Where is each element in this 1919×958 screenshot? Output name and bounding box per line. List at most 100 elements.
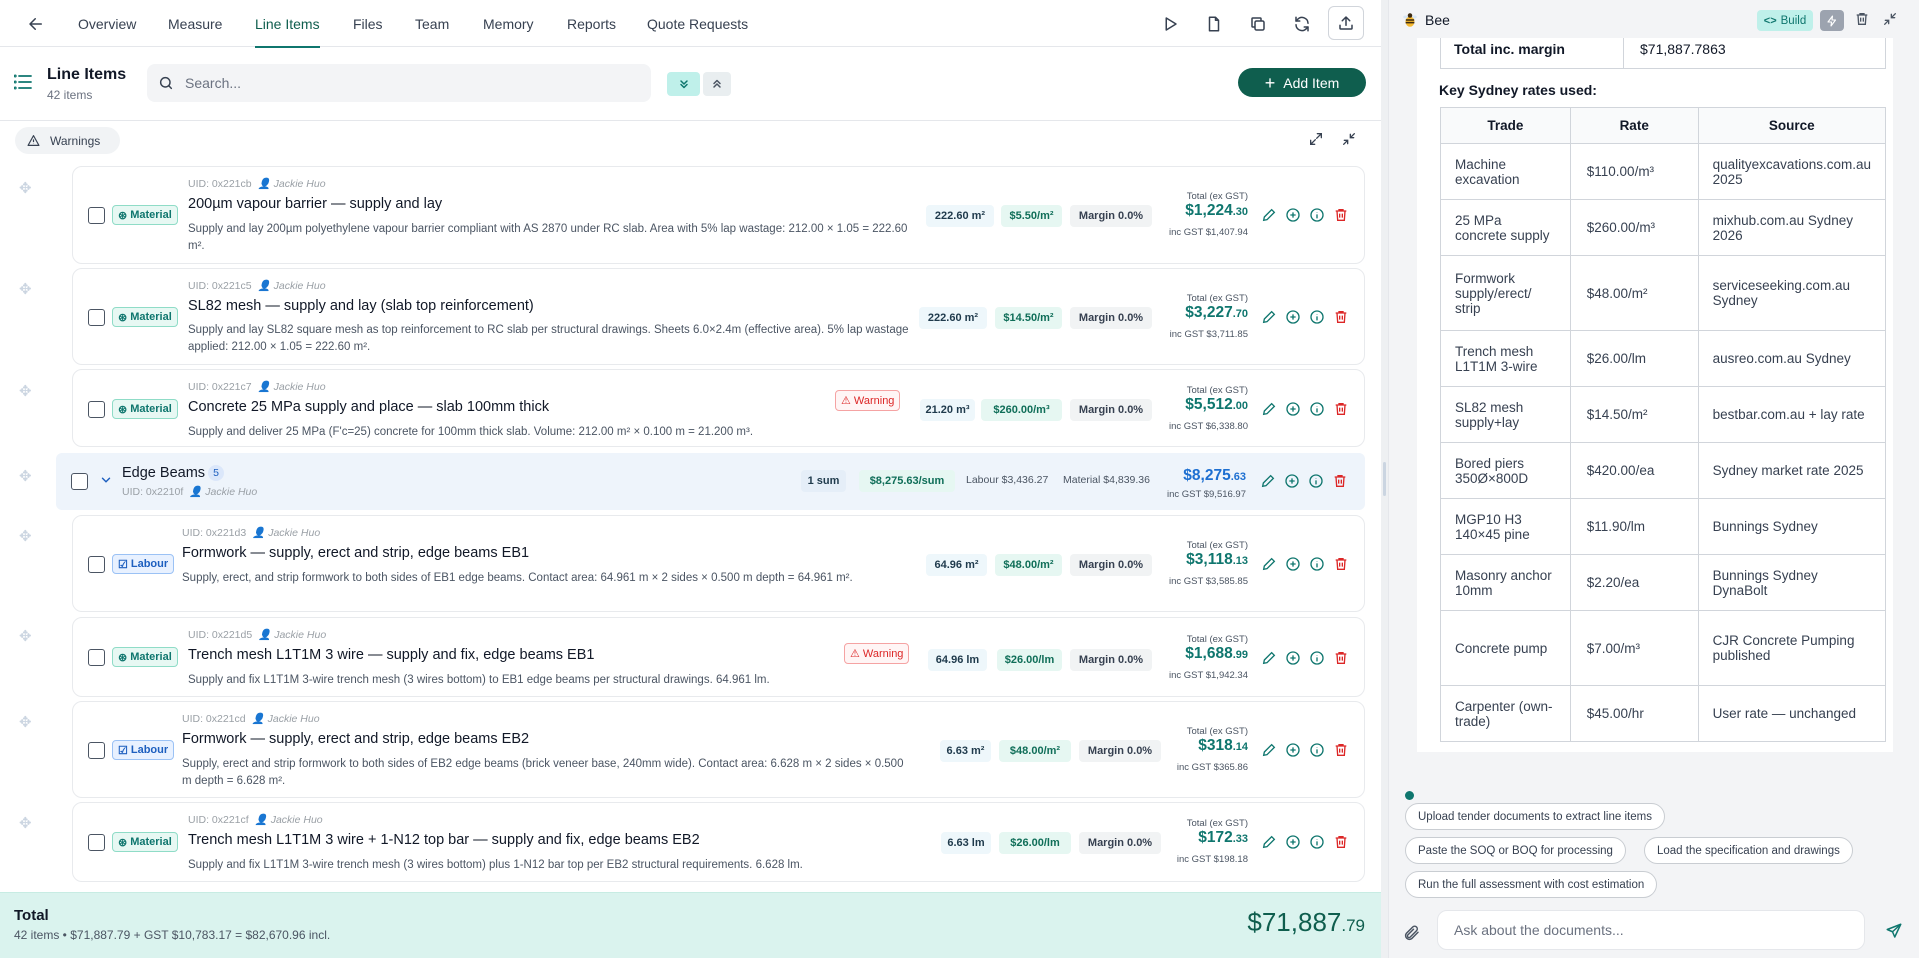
group-checkbox[interactable] [71,473,88,490]
duplicate-button[interactable] [1246,12,1270,36]
delete-button[interactable] [1333,207,1349,223]
tab-measure[interactable]: Measure [168,0,222,47]
info-button[interactable] [1309,556,1325,572]
tab-team[interactable]: Team [415,0,449,47]
drag-handle[interactable]: ✥ [19,469,33,484]
item-checkbox[interactable] [88,309,105,326]
fullscreen-button[interactable] [1308,131,1324,152]
edit-button[interactable] [1261,309,1277,325]
edit-button[interactable] [1261,401,1277,417]
pane-resizer[interactable] [1381,0,1388,958]
group-row-edge-beams[interactable]: Edge Beams 5 UID: 0x2210f 👤 Jackie Huo 1 … [56,453,1365,510]
item-checkbox[interactable] [88,401,105,418]
suggestion-chip[interactable]: Run the full assessment with cost estima… [1405,871,1658,898]
suggestion-chip[interactable]: Load the specification and drawings [1644,837,1853,864]
attach-button[interactable] [1403,924,1421,947]
chat-input[interactable] [1454,922,1854,938]
line-item-card[interactable]: ☑ Labour UID: 0x221d3 👤 Jackie Huo Formwor… [72,515,1365,612]
line-item-card[interactable]: ⊛ Material UID: 0x221cf 👤 Jackie Huo Trenc… [72,802,1365,882]
info-button[interactable] [1309,309,1325,325]
total-label: Total (ex GST) [1186,818,1248,829]
search-input[interactable] [185,75,625,91]
drag-handle[interactable]: ✥ [19,181,33,196]
delete-button[interactable] [1333,650,1349,666]
add-item-button[interactable]: + Add Item [1238,68,1366,97]
add-subitem-button[interactable] [1285,556,1301,572]
edit-button[interactable] [1261,742,1277,758]
suggestion-chip[interactable]: Upload tender documents to extract line … [1405,803,1665,830]
trash-icon [1334,475,1346,487]
item-checkbox[interactable] [88,207,105,224]
drag-handle[interactable]: ✥ [19,629,33,644]
clear-chat-button[interactable] [1854,11,1870,32]
quick-mode-button[interactable] [1820,10,1844,31]
export-button[interactable] [1328,6,1364,40]
add-subitem-button[interactable] [1285,207,1301,223]
item-checkbox[interactable] [88,834,105,851]
info-button[interactable] [1309,207,1325,223]
info-button[interactable] [1308,473,1324,489]
run-button[interactable] [1158,12,1182,36]
collapse-panel-button[interactable] [1882,11,1898,32]
edit-button[interactable] [1261,207,1277,223]
delete-button[interactable] [1333,309,1349,325]
drag-handle[interactable]: ✥ [19,715,33,730]
line-item-card[interactable]: ⊛ Material UID: 0x221d5 👤 Jackie Huo Trenc… [72,617,1365,697]
info-button[interactable] [1309,650,1325,666]
add-subitem-button[interactable] [1285,650,1301,666]
back-button[interactable] [24,12,48,36]
warning-badge[interactable]: ⚠ Warning [844,643,910,664]
warning-badge[interactable]: ⚠ Warning [835,390,901,411]
drag-handle[interactable]: ✥ [19,529,33,544]
warnings-filter[interactable]: Warnings [15,127,120,154]
group-collapse-toggle[interactable] [99,473,113,492]
tab-overview[interactable]: Overview [78,0,136,47]
rate-pill: $48.00/m² [995,554,1062,576]
tab-files[interactable]: Files [353,0,383,47]
info-icon [1310,743,1324,757]
line-item-card[interactable]: ⊛ Material UID: 0x221cb 👤 Jackie Huo 200µm… [72,166,1365,264]
refresh-button[interactable] [1290,12,1314,36]
item-checkbox[interactable] [88,649,105,666]
line-item-card[interactable]: ☑ Labour UID: 0x221cd 👤 Jackie Huo Formwor… [72,701,1365,798]
expand-all-button[interactable] [667,72,700,96]
add-subitem-button[interactable] [1285,834,1301,850]
delete-button[interactable] [1333,556,1349,572]
total-inc-margin-value: $71,887.7863 [1640,41,1726,57]
drag-handle[interactable]: ✥ [19,384,33,399]
edit-button[interactable] [1260,473,1276,489]
line-item-card[interactable]: ⊛ Material UID: 0x221c7 👤 Jackie Huo Concr… [72,369,1365,447]
item-checkbox[interactable] [88,556,105,573]
tab-line-items[interactable]: Line Items [255,0,320,48]
info-button[interactable] [1309,401,1325,417]
drag-handle[interactable]: ✥ [19,816,33,831]
document-button[interactable] [1202,12,1226,36]
line-item-card[interactable]: ⊛ Material UID: 0x221c5 👤 Jackie Huo SL82 … [72,268,1365,365]
edit-button[interactable] [1261,556,1277,572]
tab-memory[interactable]: Memory [483,0,534,47]
info-button[interactable] [1309,742,1325,758]
delete-button[interactable] [1332,473,1348,489]
add-subitem-button[interactable] [1285,742,1301,758]
edit-button[interactable] [1261,834,1277,850]
collapse-all-button[interactable] [703,72,731,96]
send-button[interactable] [1885,922,1903,945]
delete-button[interactable] [1333,742,1349,758]
add-subitem-button[interactable] [1285,309,1301,325]
shrink-button[interactable] [1341,131,1357,152]
type-badge: ☑ Labour [112,554,175,574]
rate-pill: $260.00/m³ [981,399,1062,421]
suggestion-chip[interactable]: Paste the SOQ or BOQ for processing [1405,837,1626,864]
material-icon: ⊛ [118,209,128,222]
tab-quote-requests[interactable]: Quote Requests [647,0,748,47]
delete-button[interactable] [1333,834,1349,850]
edit-button[interactable] [1261,650,1277,666]
tab-reports[interactable]: Reports [567,0,616,47]
add-subitem-button[interactable] [1285,401,1301,417]
build-mode-button[interactable]: <> Build [1757,10,1813,31]
add-subitem-button[interactable] [1284,473,1300,489]
drag-handle[interactable]: ✥ [19,282,33,297]
delete-button[interactable] [1333,401,1349,417]
info-button[interactable] [1309,834,1325,850]
item-checkbox[interactable] [88,742,105,759]
